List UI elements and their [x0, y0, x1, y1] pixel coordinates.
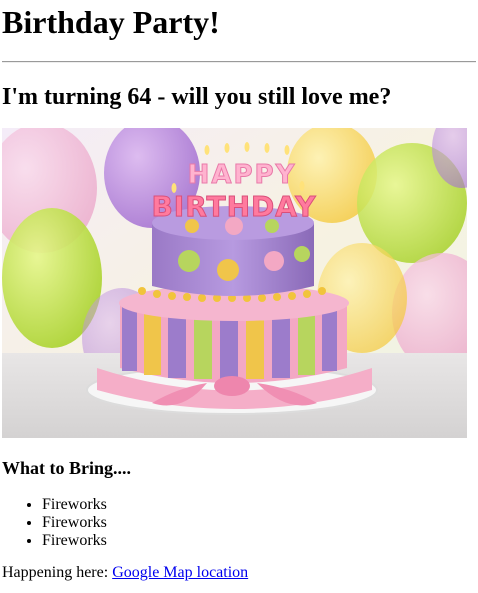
birthday-cake-image: HAPPY BIRTHDAY: [2, 128, 467, 438]
page-subtitle: I'm turning 64 - will you still love me?: [2, 84, 392, 110]
location-label: Happening here:: [2, 564, 113, 581]
list-item: Fireworks: [42, 496, 476, 514]
divider: [2, 61, 476, 63]
page-content: Birthday Party! I'm turning 64 - will yo…: [0, 0, 478, 582]
svg-text:BIRTHDAY: BIRTHDAY: [151, 190, 316, 223]
what-to-bring-heading: What to Bring....: [2, 458, 132, 478]
bring-list: Fireworks Fireworks Fireworks: [2, 496, 476, 550]
list-item: Fireworks: [42, 532, 476, 550]
page-title: Birthday Party!: [2, 4, 220, 40]
google-map-link[interactable]: Google Map location: [112, 564, 248, 581]
location-line: Happening here: Google Map location: [2, 564, 476, 582]
svg-text:HAPPY: HAPPY: [188, 160, 297, 190]
list-item: Fireworks: [42, 514, 476, 532]
